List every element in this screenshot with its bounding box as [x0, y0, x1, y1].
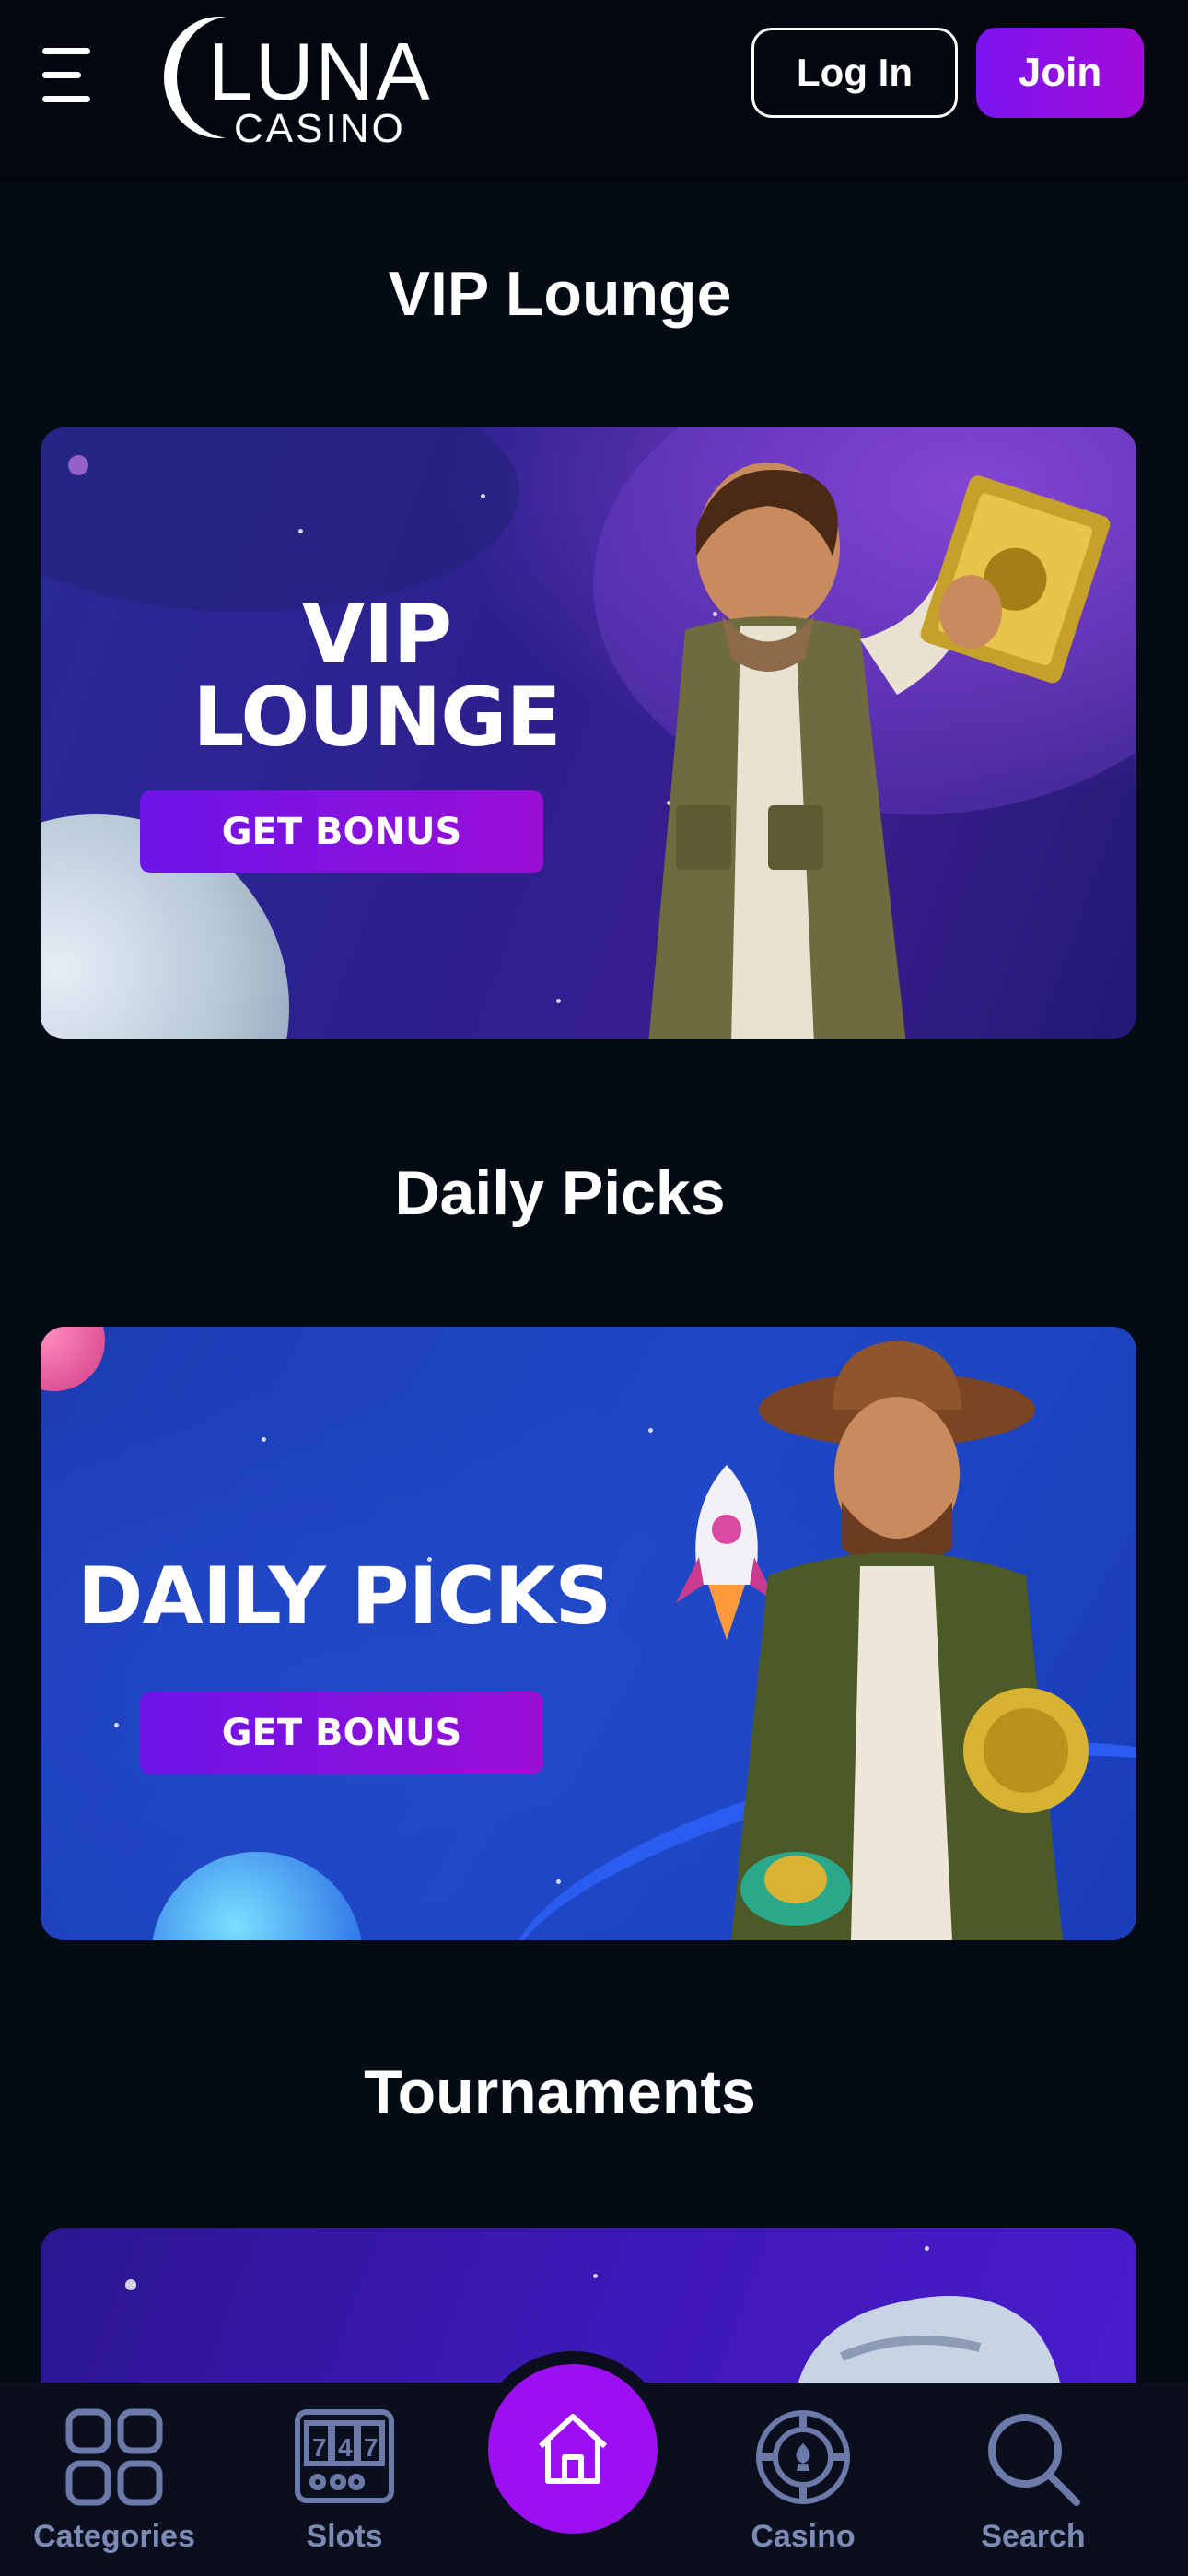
nav-categories[interactable]: Categories — [13, 2383, 215, 2576]
logo-subtitle: CASINO — [234, 106, 406, 151]
svg-text:7: 7 — [364, 2433, 379, 2462]
banner-heading-line2: LOUNGE — [192, 669, 561, 765]
join-button[interactable]: Join — [976, 28, 1144, 118]
poker-chip-icon — [756, 2410, 850, 2504]
slot-machine-icon: 7 4 7 — [295, 2409, 394, 2503]
banner-heading-line1: VIP — [301, 587, 452, 682]
nav-slots[interactable]: 7 4 7 Slots — [243, 2383, 446, 2576]
explorer-character-image — [648, 463, 1111, 1039]
logo-word: LUNA — [208, 26, 432, 117]
nav-label-slots: Slots — [306, 2519, 383, 2554]
banner-heading: DAILY PICKS — [77, 1551, 611, 1643]
nav-label-casino: Casino — [751, 2519, 856, 2554]
top-header: LUNA CASINO Log In Join — [0, 0, 1188, 182]
hamburger-menu-icon[interactable] — [37, 44, 101, 109]
vip-lounge-banner[interactable]: VIP LOUNGE GET BONUS — [41, 427, 1136, 1039]
login-button[interactable]: Log In — [751, 28, 958, 118]
nav-label-search: Search — [981, 2519, 1086, 2554]
page: LUNA CASINO Log In Join VIP Lounge VIP L… — [0, 0, 1188, 2576]
grid-icon — [65, 2408, 163, 2506]
svg-text:4: 4 — [338, 2433, 353, 2462]
search-icon — [988, 2414, 1080, 2506]
section-title-vip-lounge: VIP Lounge — [388, 259, 732, 329]
section-title-tournaments: Tournaments — [364, 2057, 756, 2127]
home-icon — [538, 2414, 608, 2484]
home-button[interactable] — [488, 2364, 658, 2534]
nav-search[interactable]: Search — [932, 2383, 1135, 2576]
vip-get-bonus-button[interactable]: GET BONUS — [140, 790, 543, 873]
cowboy-character-image — [731, 1341, 1089, 1940]
daily-picks-banner[interactable]: DAILY PICKS GET BONUS — [41, 1327, 1136, 1940]
daily-get-bonus-button[interactable]: GET BONUS — [140, 1692, 543, 1774]
svg-text:7: 7 — [312, 2433, 327, 2462]
section-title-daily-picks: Daily Picks — [394, 1158, 726, 1228]
luna-casino-logo[interactable]: LUNA CASINO — [164, 13, 459, 151]
nav-casino[interactable]: Casino — [702, 2383, 904, 2576]
nav-label-categories: Categories — [33, 2519, 195, 2554]
